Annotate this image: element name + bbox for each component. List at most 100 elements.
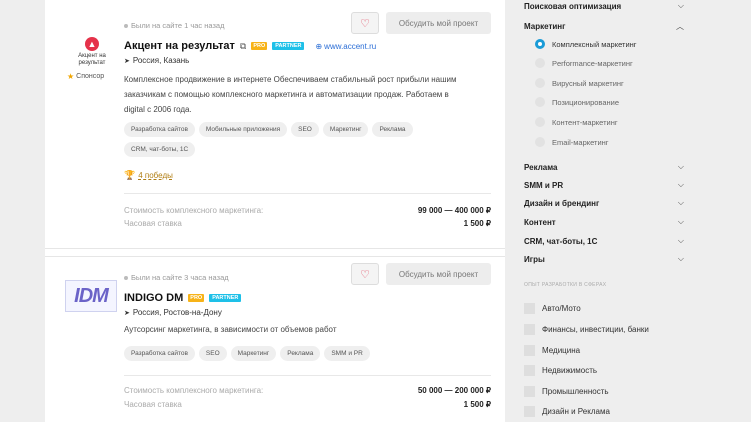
service-tag[interactable]: SMM и PR xyxy=(324,346,370,361)
service-tag[interactable]: SEO xyxy=(291,122,319,137)
filters-sidebar: Поисковая оптимизация ⌵ Маркетинг ︿ Комп… xyxy=(512,0,751,422)
chevron-down-icon: ⌵ xyxy=(677,217,684,226)
radio-label: Контент-маркетинг xyxy=(552,117,618,127)
radio-icon xyxy=(535,78,545,88)
price-value: 99 000 — 400 000 ₽ xyxy=(417,206,491,215)
radio-option[interactable]: Позиционирование xyxy=(535,97,619,107)
agency-logo[interactable]: ▲ Акцент на результат xyxy=(67,30,117,74)
filter-category-label: CRM, чат-боты, 1С xyxy=(524,236,598,246)
rate-row: Часовая ставка 1 500 ₽ xyxy=(124,219,491,228)
logo-text: Акцент на результат xyxy=(78,53,106,66)
agency-name[interactable]: INDIGO DM xyxy=(124,292,183,304)
radio-label: Позиционирование xyxy=(552,97,620,107)
radio-option[interactable]: Вирусный маркетинг xyxy=(535,78,624,88)
heart-icon: ♡ xyxy=(360,17,370,30)
sponsor-label: Спонсор xyxy=(76,73,105,80)
checkbox-option[interactable]: Медицина xyxy=(524,345,580,356)
service-tag[interactable]: Мобильные приложения xyxy=(198,122,288,137)
partner-badge: PARTNER xyxy=(272,42,305,50)
agency-name-row: Акцент на результат ⧉ PRO PARTNER ⊕ www.… xyxy=(124,40,376,52)
partner-badge: PARTNER xyxy=(209,294,242,302)
filter-category[interactable]: SMM и PR ⌵ xyxy=(524,180,684,190)
rate-row: Часовая ставка 1 500 ₽ xyxy=(124,400,491,409)
sponsor-badge: ★ Спонсор xyxy=(67,72,104,81)
checkbox-label: Промышленность xyxy=(542,387,609,396)
checkbox-icon xyxy=(524,386,535,397)
filter-category-label: Дизайн и брендинг xyxy=(524,198,600,208)
chevron-down-icon: ⌵ xyxy=(677,162,684,171)
agency-logo[interactable]: IDM xyxy=(65,280,117,312)
radio-label: Комплексный маркетинг xyxy=(552,39,637,49)
favorite-button[interactable]: ♡ xyxy=(351,263,379,285)
discuss-project-button[interactable]: Обсудить мой проект xyxy=(386,12,491,34)
service-tag[interactable]: SEO xyxy=(198,346,227,361)
filter-category-label: Контент xyxy=(524,217,556,227)
radio-label: Вирусный маркетинг xyxy=(552,78,624,88)
checkbox-option[interactable]: Промышленность xyxy=(524,386,609,397)
external-link-icon[interactable]: ⧉ xyxy=(240,41,246,52)
checkbox-option[interactable]: Дизайн и Реклама xyxy=(524,406,610,417)
checkbox-icon xyxy=(524,406,535,417)
radio-option[interactable]: Комплексный маркетинг xyxy=(535,39,637,49)
online-status: Были на сайте 1 час назад xyxy=(124,21,224,30)
checkbox-option[interactable]: Недвижимость xyxy=(524,365,597,376)
filter-category[interactable]: Реклама ⌵ xyxy=(524,162,684,172)
service-tag[interactable]: Реклама xyxy=(280,346,321,361)
rate-value: 1 500 ₽ xyxy=(463,219,491,228)
star-icon: ★ xyxy=(67,72,75,81)
favorite-button[interactable]: ♡ xyxy=(351,12,379,34)
logo-mark-icon: ▲ xyxy=(85,37,99,51)
service-tag[interactable]: Разработка сайтов xyxy=(124,122,195,137)
website-url: www.accent.ru xyxy=(324,41,377,51)
online-text: Были на сайте 1 час назад xyxy=(131,21,225,30)
checkbox-option[interactable]: Авто/Мото xyxy=(524,303,581,314)
checkbox-option[interactable]: Финансы, инвестиции, банки xyxy=(524,324,649,335)
pro-badge: PRO xyxy=(188,294,205,302)
filter-category-label: SMM и PR xyxy=(524,180,564,190)
filter-category-seo[interactable]: Поисковая оптимизация ⌵ xyxy=(524,1,684,11)
status-dot-icon xyxy=(124,23,128,28)
price-row: Стоимость комплексного маркетинга: 50 00… xyxy=(124,386,491,395)
radio-icon xyxy=(535,117,545,127)
online-text: Были на сайте 3 часа назад xyxy=(131,273,229,282)
discuss-project-button[interactable]: Обсудить мой проект xyxy=(386,263,491,285)
results-list: ▲ Акцент на результат ★ Спонсор Были на … xyxy=(45,0,505,422)
wins-link[interactable]: 🏆 4 победы xyxy=(124,170,173,181)
website-link[interactable]: ⊕ www.accent.ru xyxy=(315,42,376,51)
service-tag[interactable]: Реклама xyxy=(372,122,413,137)
location-arrow-icon: ➤ xyxy=(124,309,130,317)
service-tag[interactable]: Маркетинг xyxy=(322,122,369,137)
divider xyxy=(124,193,491,194)
radio-option[interactable]: Performance-маркетинг xyxy=(535,58,633,68)
chevron-down-icon: ⌵ xyxy=(677,254,684,263)
radio-selected-icon xyxy=(535,39,545,49)
radio-icon xyxy=(535,58,545,68)
service-tag[interactable]: Разработка сайтов xyxy=(124,346,195,361)
checkbox-icon xyxy=(524,324,535,335)
filter-category-label: Маркетинг xyxy=(524,22,566,31)
agency-description: Комплексное продвижение в интернете Обес… xyxy=(124,75,457,114)
trophy-icon: 🏆 xyxy=(124,170,136,180)
price-label: Стоимость комплексного маркетинга: xyxy=(124,206,264,215)
filter-category[interactable]: Игры ⌵ xyxy=(524,254,684,264)
radio-option[interactable]: Email-маркетинг xyxy=(535,137,609,147)
agency-name-row: INDIGO DM PRO PARTNER xyxy=(124,292,242,304)
filter-category-marketing[interactable]: Маркетинг ︿ xyxy=(524,21,684,32)
service-tag[interactable]: CRM, чат-боты, 1С xyxy=(124,142,196,157)
filter-category[interactable]: Контент ⌵ xyxy=(524,217,684,227)
filter-category[interactable]: CRM, чат-боты, 1С ⌵ xyxy=(524,236,684,246)
divider xyxy=(124,375,491,376)
rate-value: 1 500 ₽ xyxy=(463,400,491,409)
radio-icon xyxy=(535,97,545,107)
radio-option[interactable]: Контент-маркетинг xyxy=(535,117,618,127)
price-row: Стоимость комплексного маркетинга: 99 00… xyxy=(124,206,491,215)
location-text: Россия, Казань xyxy=(132,56,190,65)
service-tag[interactable]: Маркетинг xyxy=(230,346,277,361)
rate-label: Часовая ставка xyxy=(124,219,182,228)
filter-category[interactable]: Дизайн и брендинг ⌵ xyxy=(524,198,684,208)
location: ➤ Россия, Казань xyxy=(124,56,189,65)
service-tags: Разработка сайтов SEO Маркетинг Реклама … xyxy=(124,346,484,361)
agency-name[interactable]: Акцент на результат xyxy=(124,40,235,52)
radio-icon xyxy=(535,137,545,147)
checkbox-icon xyxy=(524,365,535,376)
